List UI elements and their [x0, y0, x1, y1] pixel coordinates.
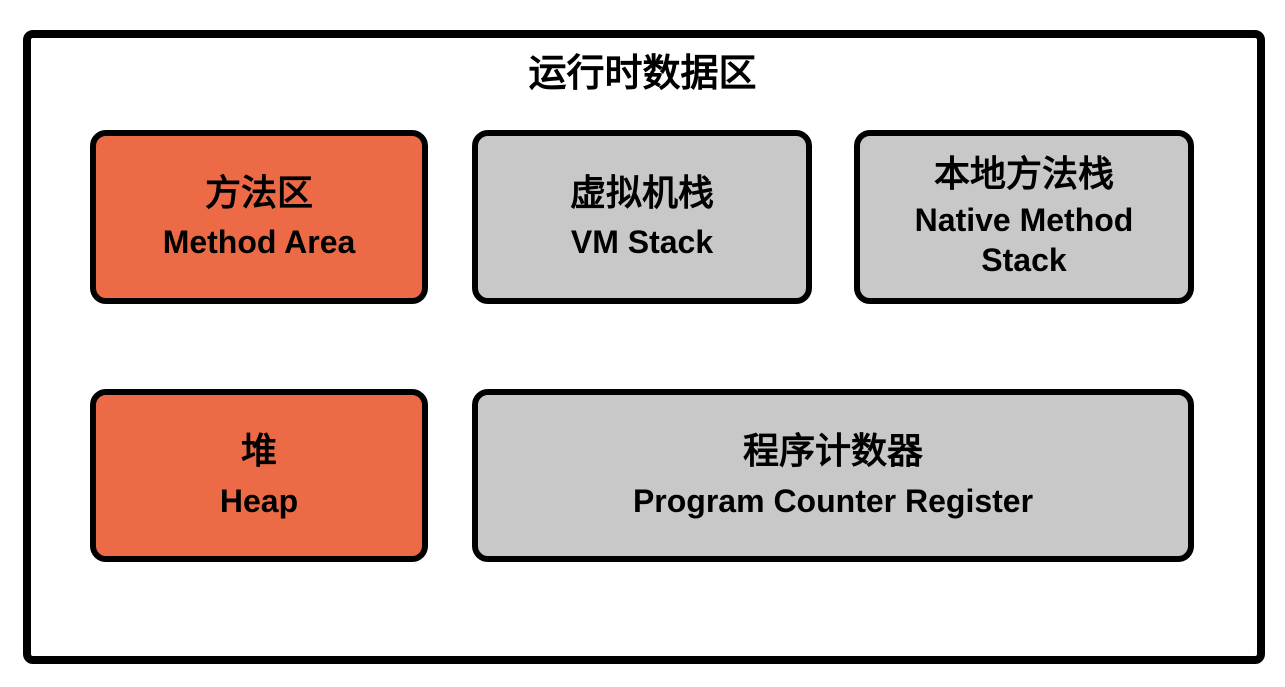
runtime-data-area-frame: [23, 30, 1265, 664]
native-method-stack-cn-label: 本地方法栈: [933, 154, 1114, 196]
method-area-cn-label: 方法区: [204, 172, 313, 214]
program-counter-cn-label: 程序计数器: [742, 431, 923, 473]
vm-stack-box: 虚拟机栈 VM Stack: [472, 130, 812, 304]
heap-cn-label: 堆: [240, 431, 277, 473]
method-area-en-label: Method Area: [162, 224, 356, 261]
program-counter-register-box: 程序计数器 Program Counter Register: [472, 389, 1194, 562]
method-area-box: 方法区 Method Area: [90, 130, 428, 304]
vm-stack-cn-label: 虚拟机栈: [569, 172, 714, 214]
program-counter-en-label: Program Counter Register: [632, 482, 1034, 519]
heap-en-label: Heap: [219, 482, 299, 519]
vm-stack-en-label: VM Stack: [570, 224, 714, 261]
native-method-stack-en-label: Native Method Stack: [914, 201, 1134, 278]
heap-box: 堆 Heap: [90, 389, 428, 562]
native-method-stack-box: 本地方法栈 Native Method Stack: [854, 130, 1194, 304]
diagram-title: 运行时数据区: [528, 51, 757, 95]
